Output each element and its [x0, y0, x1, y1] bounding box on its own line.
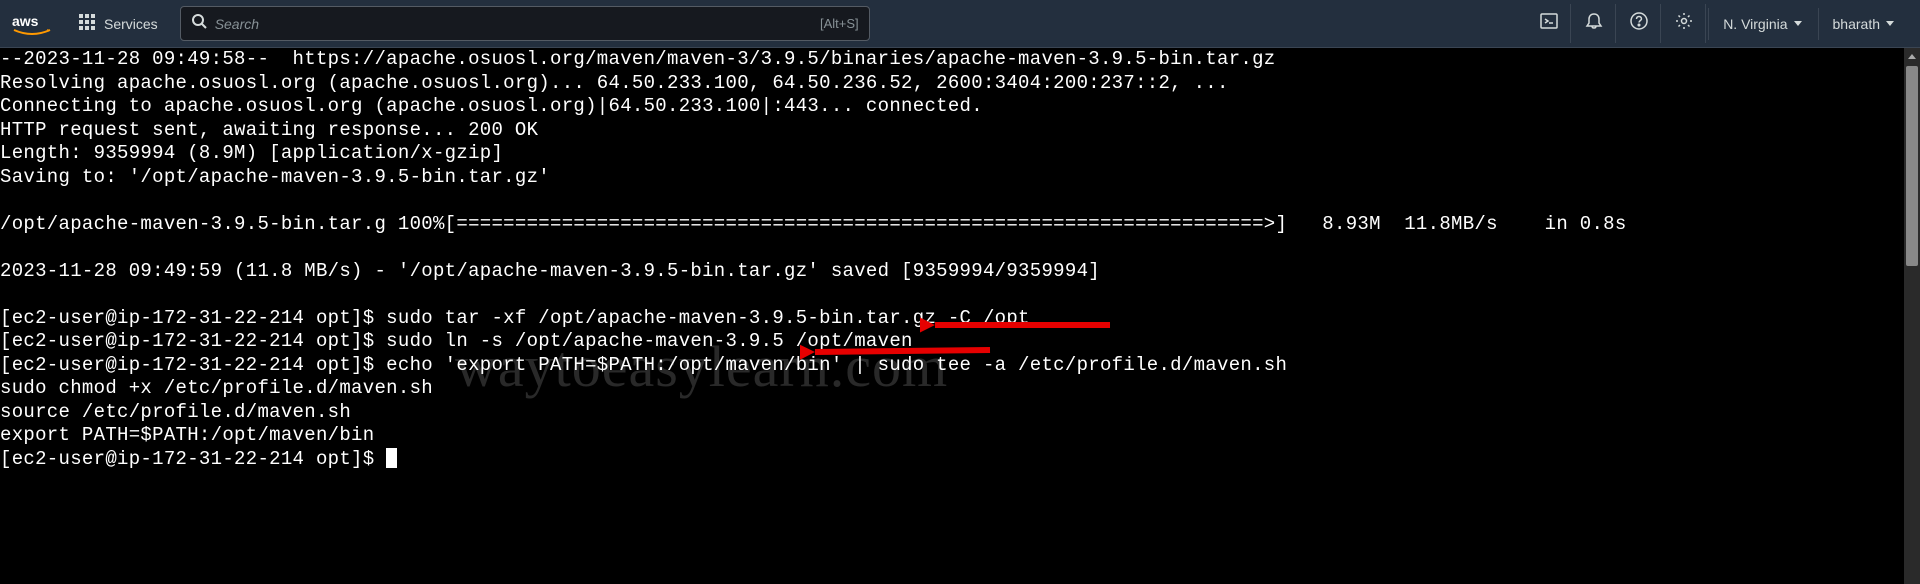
settings-button[interactable] — [1663, 4, 1706, 43]
user-label: bharath — [1833, 16, 1880, 32]
search-input[interactable] — [215, 16, 820, 32]
gear-icon — [1675, 12, 1693, 35]
terminal-area: --2023-11-28 09:49:58-- https://apache.o… — [0, 48, 1920, 584]
grid-icon — [78, 13, 96, 34]
caret-down-icon — [1886, 21, 1894, 26]
notifications-button[interactable] — [1573, 4, 1616, 43]
scrollbar[interactable] — [1904, 48, 1920, 584]
cloudshell-icon — [1540, 12, 1558, 35]
region-label: N. Virginia — [1723, 16, 1787, 32]
scroll-up-arrow[interactable] — [1904, 48, 1920, 64]
user-menu[interactable]: bharath — [1818, 8, 1908, 40]
cloudshell-button[interactable] — [1528, 4, 1571, 43]
help-button[interactable] — [1618, 4, 1661, 43]
aws-header: aws Services [Alt+S] — [0, 0, 1920, 48]
terminal[interactable]: --2023-11-28 09:49:58-- https://apache.o… — [0, 48, 1904, 584]
cursor — [386, 448, 397, 468]
services-button[interactable]: Services — [68, 7, 168, 40]
services-label: Services — [104, 16, 158, 32]
bell-icon — [1585, 12, 1603, 35]
header-icons: N. Virginia bharath — [1528, 4, 1908, 43]
search-box[interactable]: [Alt+S] — [180, 6, 870, 41]
region-selector[interactable]: N. Virginia — [1708, 8, 1815, 40]
question-icon — [1630, 12, 1648, 35]
search-shortcut: [Alt+S] — [820, 16, 859, 31]
aws-logo[interactable]: aws — [12, 12, 52, 36]
caret-down-icon — [1794, 21, 1802, 26]
search-icon — [191, 13, 215, 34]
svg-text:aws: aws — [12, 13, 39, 29]
scrollbar-thumb[interactable] — [1906, 66, 1918, 266]
